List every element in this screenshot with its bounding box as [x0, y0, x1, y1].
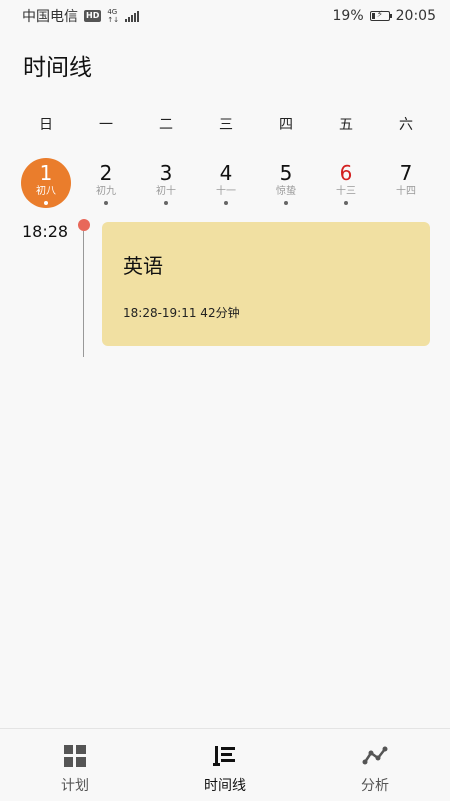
week-header: 日 一 二 三 四 五 六	[16, 114, 436, 138]
page-title: 时间线	[23, 55, 92, 81]
date-cell-6[interactable]: 6 十三	[316, 156, 376, 214]
bottom-nav: 计划 时间线 分析	[0, 728, 450, 801]
nav-label: 时间线	[204, 778, 246, 794]
date-cell-1[interactable]: 1 初八	[16, 156, 76, 214]
grid-icon	[64, 745, 86, 767]
carrier-name: 中国电信	[22, 9, 78, 25]
date-number: 4	[219, 161, 233, 185]
event-dot	[224, 201, 228, 205]
clock: 20:05	[395, 8, 436, 24]
event-dot	[284, 201, 288, 205]
weekday-wed: 三	[219, 117, 233, 133]
weekday-mon: 一	[99, 117, 113, 133]
weekday-fri: 五	[339, 117, 353, 133]
nav-label: 分析	[361, 778, 389, 794]
timeline-line	[83, 231, 84, 357]
nav-item-analysis[interactable]: 分析	[300, 729, 450, 801]
nav-item-plan[interactable]: 计划	[0, 729, 150, 801]
signal-icon	[125, 10, 140, 22]
event-time-range: 18:28-19:11 42分钟	[123, 306, 240, 320]
dates-row: 1 初八 2 初九 3 初十 4 十一 5 惊蛰 6 十三 7 十四	[16, 156, 436, 214]
timeline-icon	[213, 746, 235, 766]
date-cell-2[interactable]: 2 初九	[76, 156, 136, 214]
event-card[interactable]: 英语 18:28-19:11 42分钟	[102, 222, 430, 346]
weekday-sat: 六	[399, 117, 413, 133]
date-cell-7[interactable]: 7 十四	[376, 156, 436, 214]
event-dot	[104, 201, 108, 205]
weekday-sun: 日	[39, 117, 53, 133]
status-left: 中国电信 HD 4G ↑↓	[22, 6, 140, 26]
nav-label: 计划	[61, 778, 89, 794]
event-title: 英语	[123, 254, 163, 278]
network-indicator: 4G ↑↓	[107, 8, 119, 24]
lunar-date: 十一	[216, 186, 236, 197]
trend-icon	[362, 746, 388, 765]
date-number: 3	[159, 161, 173, 185]
status-bar: 中国电信 HD 4G ↑↓ 19% ⚡ 20:05	[0, 0, 450, 32]
event-dot	[344, 201, 348, 205]
weekday-thu: 四	[279, 117, 293, 133]
timeline-start-time: 18:28	[22, 222, 69, 241]
date-cell-3[interactable]: 3 初十	[136, 156, 196, 214]
lunar-date: 十四	[396, 186, 416, 197]
weekday-tue: 二	[159, 117, 173, 133]
lunar-date: 初九	[96, 186, 116, 197]
event-dot	[44, 201, 48, 205]
lunar-date: 初十	[156, 186, 176, 197]
network-arrows: ↑↓	[107, 16, 120, 24]
status-right: 19% ⚡ 20:05	[333, 8, 436, 24]
hd-badge: HD	[84, 10, 102, 22]
nav-item-timeline[interactable]: 时间线	[150, 729, 300, 801]
date-cell-4[interactable]: 4 十一	[196, 156, 256, 214]
lunar-date: 惊蛰	[276, 186, 296, 197]
network-type: 4G	[107, 8, 118, 16]
date-number: 6	[339, 161, 353, 185]
date-number: 5	[279, 161, 293, 185]
battery-icon: ⚡	[369, 10, 392, 21]
date-number: 2	[99, 161, 113, 185]
lunar-date: 初八	[36, 186, 56, 197]
date-cell-5[interactable]: 5 惊蛰	[256, 156, 316, 214]
date-number: 7	[399, 161, 413, 185]
timeline-marker	[78, 219, 90, 231]
event-dot	[164, 201, 168, 205]
battery-percent: 19%	[332, 8, 364, 24]
date-number: 1	[39, 161, 53, 185]
lunar-date: 十三	[336, 186, 356, 197]
